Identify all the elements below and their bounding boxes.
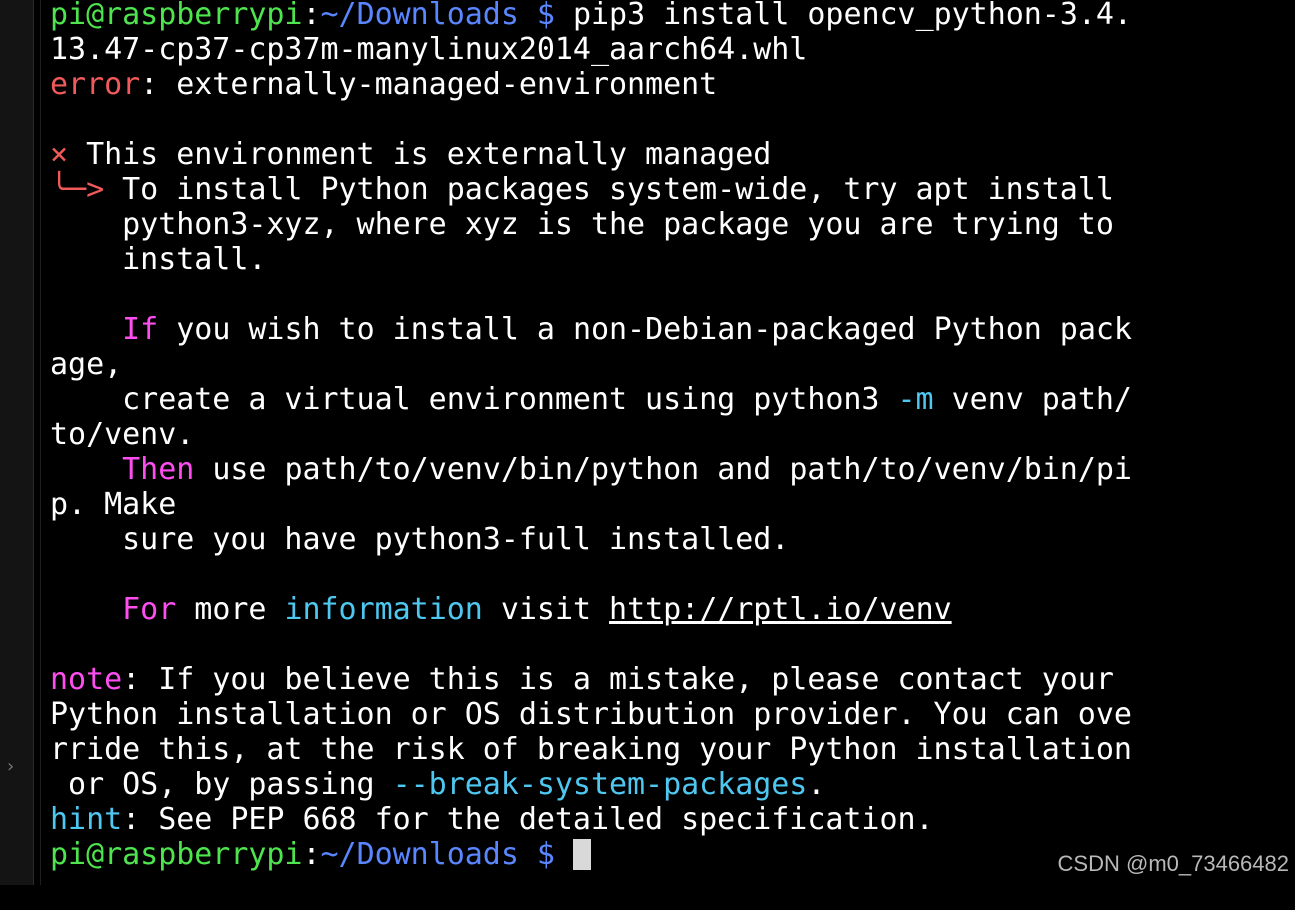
cross-icon: × [50, 137, 68, 172]
prompt-dollar: $ [519, 837, 555, 872]
line-text: . [807, 767, 825, 802]
venv-link[interactable]: http://rptl.io/venv [609, 592, 952, 627]
terminal-line: Python installation or OS distribution p… [50, 697, 1132, 732]
highlighted-word: information [284, 592, 482, 627]
line-text: python3-xyz, where xyz is the package yo… [50, 207, 1114, 242]
line-text: venv path/ [934, 382, 1132, 417]
terminal-line: rride this, at the risk of breaking your… [50, 732, 1132, 767]
line-text: install. [50, 242, 266, 277]
command-text: pip3 install opencv_python-3.4. [555, 0, 1132, 32]
terminal-line: sure you have python3-full installed. [50, 522, 789, 557]
chevron-right-icon[interactable]: › [5, 755, 16, 779]
line-text: age, [50, 347, 122, 382]
terminal-line: to/venv. [50, 417, 194, 452]
text-cursor[interactable] [573, 839, 591, 870]
terminal-line: age, [50, 347, 122, 382]
terminal-line: error: externally-managed-environment [50, 67, 717, 102]
terminal-line: python3-xyz, where xyz is the package yo… [50, 207, 1114, 242]
terminal-line: × This environment is externally managed [50, 137, 771, 172]
line-text: create a virtual environment using pytho… [50, 382, 897, 417]
terminal-line: p. Make [50, 487, 176, 522]
indent [50, 452, 122, 487]
line-text: to/venv. [50, 417, 194, 452]
error-label: error [50, 67, 140, 102]
terminal-line: install. [50, 242, 266, 277]
terminal-line: hint: See PEP 668 for the detailed speci… [50, 802, 934, 837]
terminal-line: or OS, by passing --break-system-package… [50, 767, 825, 802]
note-label: note [50, 662, 122, 697]
line-text: or OS, by passing [50, 767, 393, 802]
error-text: : externally-managed-environment [140, 67, 717, 102]
prompt-dollar: $ [519, 0, 555, 32]
keyword: If [122, 312, 158, 347]
line-text: more [176, 592, 284, 627]
gutter-divider [40, 0, 41, 885]
line-text: visit [483, 592, 609, 627]
terminal-line: create a virtual environment using pytho… [50, 382, 1132, 417]
line-text: : If you believe this is a mistake, plea… [122, 662, 1114, 697]
arrow-icon: ╰─> [50, 172, 104, 207]
terminal-line: pi@raspberrypi:~/Downloads $ pip3 instal… [50, 0, 1132, 32]
line-text: This environment is externally managed [68, 137, 771, 172]
line-text: : See PEP 668 for the detailed specifica… [122, 802, 933, 837]
command-text-cont: 13.47-cp37-cp37m-manylinux2014_aarch64.w… [50, 32, 807, 67]
indent [50, 312, 122, 347]
side-gutter [0, 0, 34, 885]
prompt-path: ~/Downloads [321, 837, 519, 872]
terminal-line: If you wish to install a non-Debian-pack… [50, 312, 1132, 347]
terminal-line: note: If you believe this is a mistake, … [50, 662, 1114, 697]
line-text: you wish to install a non-Debian-package… [158, 312, 1132, 347]
terminal-line: pi@raspberrypi:~/Downloads $ [50, 837, 591, 872]
terminal-line: ╰─> To install Python packages system-wi… [50, 172, 1114, 207]
line-text: Python installation or OS distribution p… [50, 697, 1132, 732]
prompt-separator: : [302, 837, 320, 872]
line-text: To install Python packages system-wide, … [104, 172, 1114, 207]
prompt-user-host: pi@raspberrypi [50, 0, 302, 32]
prompt-separator: : [302, 0, 320, 32]
terminal-line: 13.47-cp37-cp37m-manylinux2014_aarch64.w… [50, 32, 807, 67]
line-text: use path/to/venv/bin/python and path/to/… [194, 452, 1132, 487]
hint-label: hint [50, 802, 122, 837]
terminal-line: For more information visit http://rptl.i… [50, 592, 952, 627]
option-flag: -m [897, 382, 933, 417]
line-text: p. Make [50, 487, 176, 522]
line-text: sure you have python3-full installed. [50, 522, 789, 557]
keyword: For [122, 592, 176, 627]
keyword: Then [122, 452, 194, 487]
prompt-user-host: pi@raspberrypi [50, 837, 302, 872]
terminal-line: Then use path/to/venv/bin/python and pat… [50, 452, 1132, 487]
terminal-output[interactable]: pi@raspberrypi:~/Downloads $ pip3 instal… [50, 0, 1290, 885]
cursor-gap [555, 837, 573, 872]
line-text: rride this, at the risk of breaking your… [50, 732, 1132, 767]
prompt-path: ~/Downloads [321, 0, 519, 32]
watermark: CSDN @m0_73466482 [1058, 851, 1289, 877]
option-flag: --break-system-packages [393, 767, 808, 802]
indent [50, 592, 122, 627]
